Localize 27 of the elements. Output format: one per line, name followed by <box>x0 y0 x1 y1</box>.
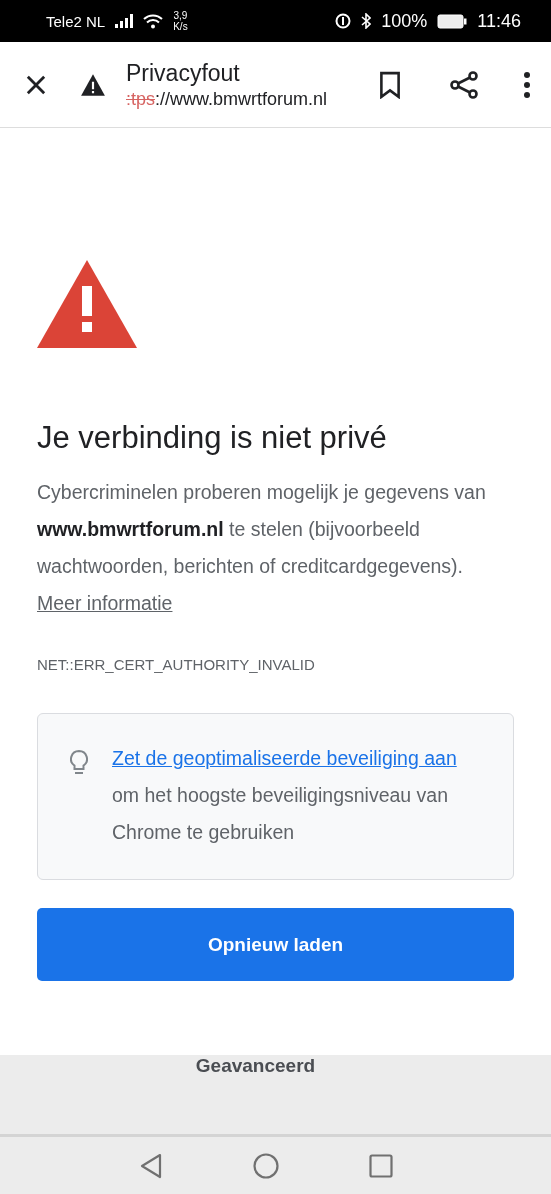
reload-button[interactable]: Opnieuw laden <box>37 908 514 981</box>
tip-text: Zet de geoptimaliseerde beveiliging aan om het hoogste beveiligingsniveau van Chrome te gebruiken <box>112 746 458 845</box>
bluetooth-icon <box>361 13 372 29</box>
clock: 11:46 <box>477 10 521 32</box>
enhanced-protection-link[interactable]: Zet de geoptimaliseerde beveiliging aan <box>112 747 457 769</box>
error-code: NET::ERR_CERT_AUTHORITY_INVALID <box>37 656 316 673</box>
home-icon[interactable] <box>252 1152 279 1179</box>
page-title: Privacyfout <box>126 59 241 87</box>
advanced-button[interactable]: Geavanceerd <box>189 1051 322 1081</box>
bookmark-icon[interactable] <box>377 70 403 99</box>
carrier-name: Tele2 NL <box>46 12 106 30</box>
lightbulb-icon <box>70 750 88 774</box>
signal-icon <box>115 14 134 28</box>
warning-icon <box>37 260 137 348</box>
page-url: :tps://www.bmwrtforum.nl <box>126 88 329 110</box>
menu-icon[interactable] <box>523 70 531 99</box>
battery-icon <box>437 13 468 29</box>
warning-icon <box>80 72 106 97</box>
recents-icon[interactable] <box>368 1153 393 1178</box>
back-icon[interactable] <box>138 1152 163 1179</box>
error-message: Cybercriminelen proberen mogelijk je gegevens van www.bmwrtforum.nl te stelen (bijvoorbeeld wachtwoorden, berichten of creditcardgegevens). Meer informatie <box>37 480 487 616</box>
network-speed: 3,9 K/s <box>173 10 188 32</box>
more-info-link[interactable]: Meer informatie <box>37 592 173 614</box>
wifi-icon <box>143 13 164 29</box>
share-icon[interactable] <box>449 69 479 100</box>
error-heading: Je verbinding is niet privé <box>37 420 388 456</box>
battery-percent: 100% <box>381 10 428 32</box>
